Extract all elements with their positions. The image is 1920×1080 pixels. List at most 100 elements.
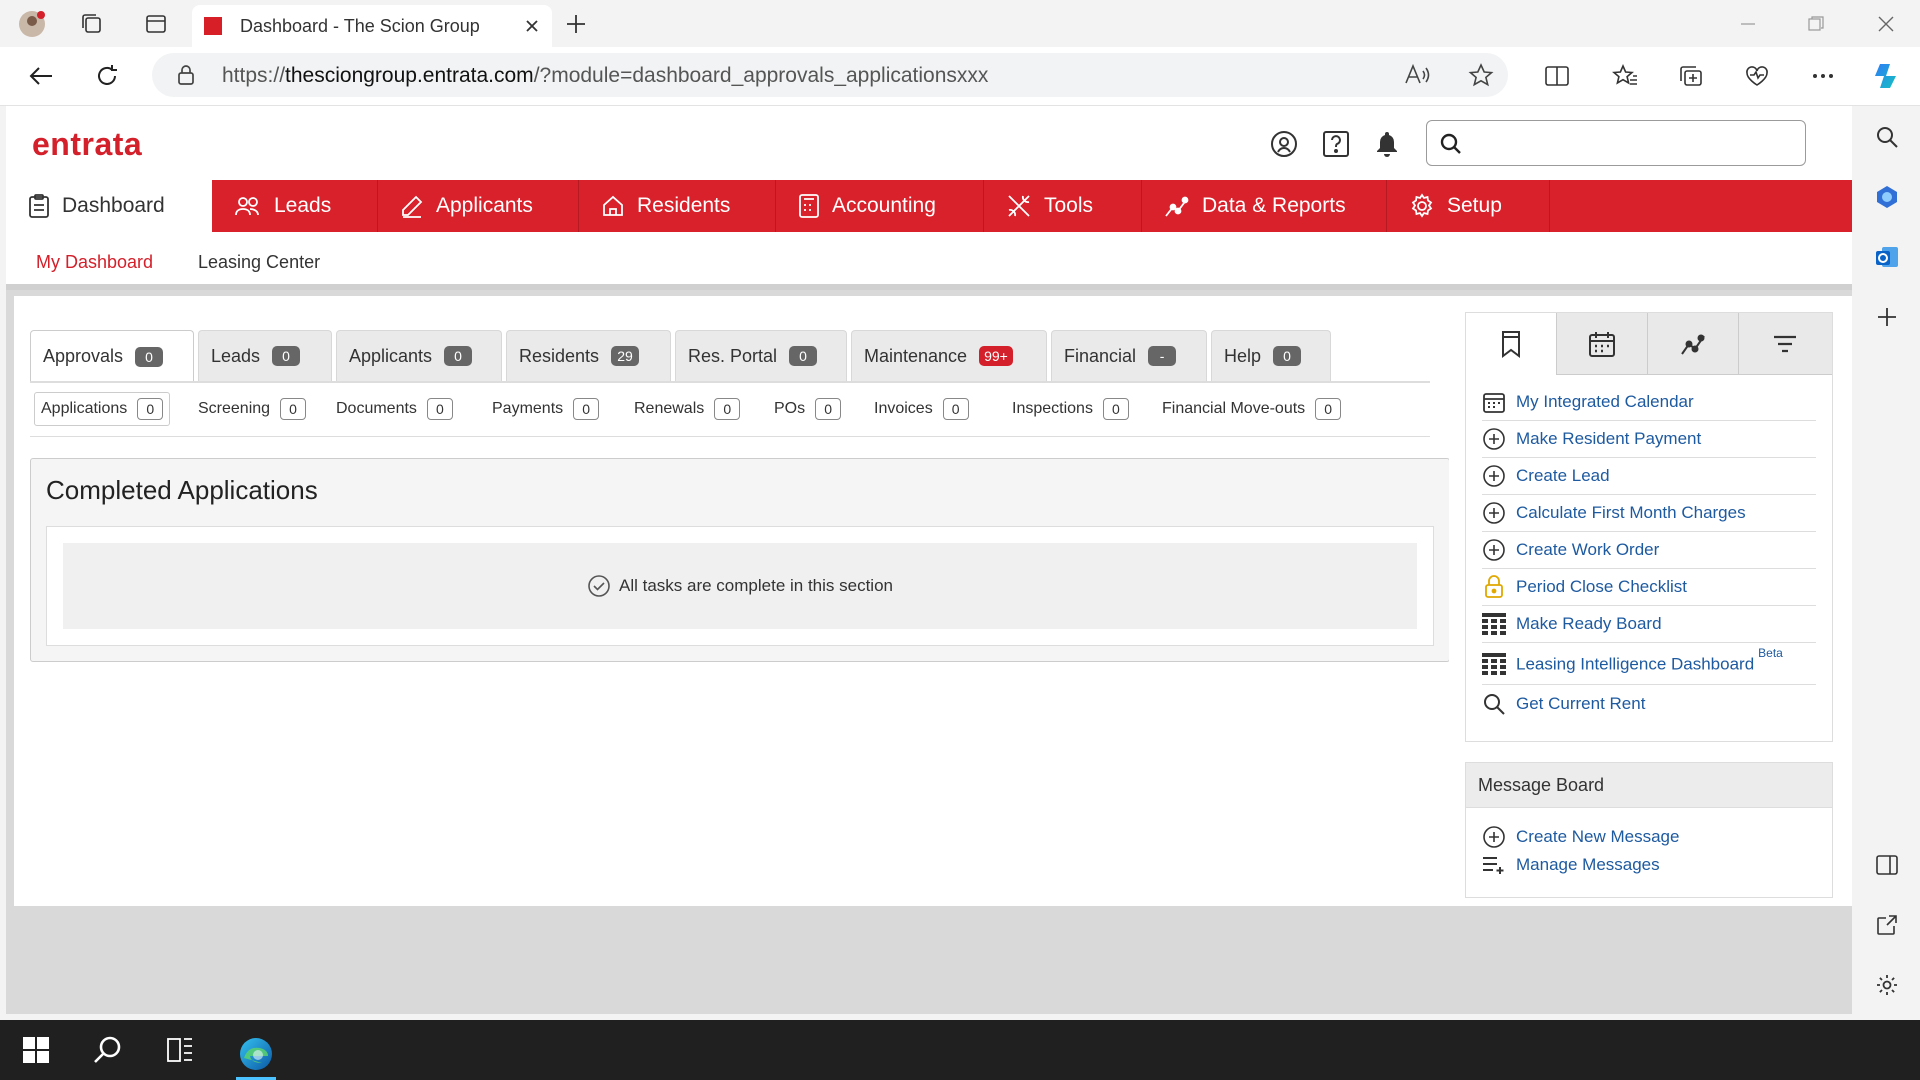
subtab-inspections[interactable]: Inspections 0 xyxy=(1006,392,1135,426)
browser-essentials-icon[interactable] xyxy=(1740,59,1774,93)
search-icon xyxy=(1482,692,1506,716)
nav-tools[interactable]: Tools xyxy=(984,180,1142,232)
subtab-renewals[interactable]: Renewals 0 xyxy=(628,392,746,426)
subtab-payments[interactable]: Payments 0 xyxy=(486,392,605,426)
external-link-icon[interactable] xyxy=(1870,908,1904,942)
entrata-page: entrata Dashboard Leads Applicants Resid… xyxy=(6,106,1852,1014)
bookmark-tab[interactable] xyxy=(1466,313,1557,375)
restore-icon[interactable] xyxy=(1802,10,1830,38)
back-icon[interactable] xyxy=(24,59,58,93)
subtab-screening[interactable]: Screening 0 xyxy=(192,392,312,426)
hide-sidebar-icon[interactable] xyxy=(1870,848,1904,882)
grid-icon xyxy=(1482,652,1506,676)
home-icon xyxy=(603,195,623,216)
taskbar-search-icon[interactable] xyxy=(88,1030,128,1070)
subnav-leasing-center[interactable]: Leasing Center xyxy=(198,252,320,273)
nav-applicants[interactable]: Applicants xyxy=(378,180,579,232)
subtab-documents[interactable]: Documents 0 xyxy=(330,392,459,426)
help-icon[interactable] xyxy=(1322,130,1350,158)
link-leasing-intelligence-dashboard[interactable]: Leasing Intelligence DashboardBeta xyxy=(1482,643,1816,685)
link-my-integrated-calendar[interactable]: My Integrated Calendar xyxy=(1482,384,1816,421)
tab-approvals[interactable]: Approvals 0 xyxy=(30,330,194,382)
link-make-ready-board[interactable]: Make Ready Board xyxy=(1482,606,1816,643)
windows-start-icon[interactable] xyxy=(16,1030,56,1070)
tab-residents[interactable]: Residents 29 xyxy=(506,330,671,381)
link-create-lead[interactable]: Create Lead xyxy=(1482,458,1816,495)
count-badge: 0 xyxy=(444,346,473,366)
main-nav: Dashboard Leads Applicants Residents Acc… xyxy=(6,180,1852,232)
subtab-pos[interactable]: POs 0 xyxy=(768,392,847,426)
nav-setup[interactable]: Setup xyxy=(1387,180,1550,232)
vertical-tabs-icon[interactable] xyxy=(142,10,170,38)
link-calculate-first-month-charges[interactable]: Calculate First Month Charges xyxy=(1482,495,1816,532)
tab-maintenance[interactable]: Maintenance 99+ xyxy=(851,330,1047,381)
tab-help[interactable]: Help 0 xyxy=(1211,330,1331,381)
check-circle-icon xyxy=(588,575,610,597)
add-sidebar-app-icon[interactable] xyxy=(1870,300,1904,334)
workspaces-icon[interactable] xyxy=(78,10,106,38)
lock-icon[interactable] xyxy=(176,64,196,86)
filter-tab[interactable] xyxy=(1739,313,1830,375)
entrata-favicon xyxy=(204,17,222,35)
outlook-icon[interactable] xyxy=(1870,240,1904,274)
microsoft-365-icon[interactable] xyxy=(1870,180,1904,214)
link-manage-messages[interactable]: Manage Messages xyxy=(1482,851,1660,879)
filter-icon xyxy=(1773,335,1796,353)
nav-data-reports[interactable]: Data & Reports xyxy=(1142,180,1387,232)
nav-leads[interactable]: Leads xyxy=(212,180,378,232)
nav-residents[interactable]: Residents xyxy=(579,180,776,232)
browser-toolbar: https://thesciongroup.entrata.com/?modul… xyxy=(0,47,1920,106)
split-screen-icon[interactable] xyxy=(1540,59,1574,93)
copilot-icon[interactable] xyxy=(1870,59,1904,93)
link-create-new-message[interactable]: Create New Message xyxy=(1482,823,1679,851)
read-aloud-icon[interactable] xyxy=(1404,63,1430,87)
quick-links-tabs xyxy=(1466,313,1832,375)
close-tab-icon[interactable] xyxy=(524,18,540,34)
browser-tab-bar: Dashboard - The Scion Group xyxy=(0,0,1920,47)
sidebar-settings-icon[interactable] xyxy=(1870,968,1904,1002)
link-make-resident-payment[interactable]: Make Resident Payment xyxy=(1482,421,1816,458)
profile-avatar[interactable] xyxy=(18,10,46,38)
user-account-icon[interactable] xyxy=(1270,130,1298,158)
clipboard-icon xyxy=(29,194,49,218)
collections-icon[interactable] xyxy=(1674,59,1708,93)
windows-taskbar xyxy=(0,1020,1920,1080)
analytics-tab[interactable] xyxy=(1648,313,1739,375)
calendar-tab[interactable] xyxy=(1557,313,1648,375)
count-badge: - xyxy=(1148,346,1177,366)
browser-tab-active[interactable]: Dashboard - The Scion Group xyxy=(192,5,552,47)
global-search-input[interactable] xyxy=(1426,120,1806,166)
new-tab-icon[interactable] xyxy=(562,10,590,38)
calendar-icon xyxy=(1589,332,1615,357)
entrata-logo[interactable]: entrata xyxy=(32,126,142,163)
subtab-divider xyxy=(30,436,1430,437)
tab-res-portal[interactable]: Res. Portal 0 xyxy=(675,330,847,381)
link-get-current-rent[interactable]: Get Current Rent xyxy=(1482,685,1816,722)
minimize-icon[interactable] xyxy=(1734,10,1762,38)
address-bar[interactable]: https://thesciongroup.entrata.com/?modul… xyxy=(152,53,1508,97)
close-window-icon[interactable] xyxy=(1872,10,1900,38)
refresh-icon[interactable] xyxy=(90,59,124,93)
link-create-work-order[interactable]: Create Work Order xyxy=(1482,532,1816,569)
favorite-star-icon[interactable] xyxy=(1468,63,1494,87)
list-add-icon xyxy=(1482,853,1506,877)
task-view-icon[interactable] xyxy=(160,1030,200,1070)
more-menu-icon[interactable] xyxy=(1806,59,1840,93)
nav-dashboard[interactable]: Dashboard xyxy=(6,180,212,232)
subtab-invoices[interactable]: Invoices 0 xyxy=(868,392,975,426)
calculator-icon xyxy=(799,194,819,218)
tab-leads[interactable]: Leads 0 xyxy=(198,330,332,381)
link-period-close-checklist[interactable]: Period Close Checklist xyxy=(1482,569,1816,606)
notifications-bell-icon[interactable] xyxy=(1374,130,1400,158)
favorites-icon[interactable] xyxy=(1608,59,1642,93)
subnav-my-dashboard[interactable]: My Dashboard xyxy=(36,252,153,273)
nav-accounting[interactable]: Accounting xyxy=(776,180,984,232)
tab-applicants[interactable]: Applicants 0 xyxy=(336,330,502,381)
subtab-financial-move-outs[interactable]: Financial Move-outs 0 xyxy=(1156,392,1347,426)
subtab-applications[interactable]: Applications 0 xyxy=(34,392,171,426)
sub-nav: My Dashboard Leasing Center xyxy=(6,232,1852,290)
edge-taskbar-icon[interactable] xyxy=(236,1030,276,1080)
sidebar-search-icon[interactable] xyxy=(1870,120,1904,154)
search-icon xyxy=(1439,132,1463,156)
tab-financial[interactable]: Financial - xyxy=(1051,330,1207,381)
